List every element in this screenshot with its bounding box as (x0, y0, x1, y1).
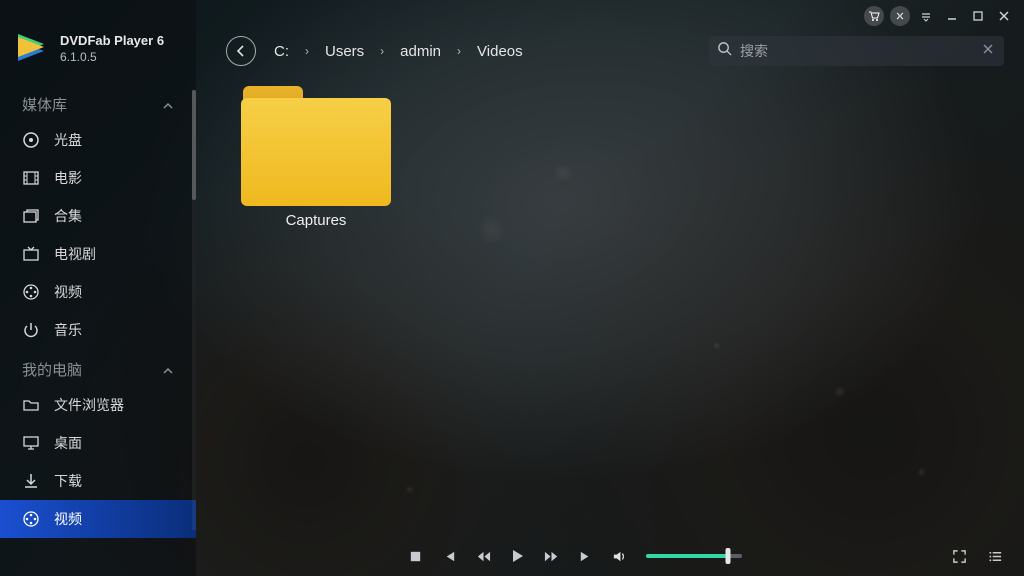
sidebar-item-file-browser[interactable]: 文件浏览器 (0, 386, 196, 424)
app-brand: DVDFab Player 6 6.1.0.5 (0, 0, 196, 84)
reel-icon (22, 283, 40, 301)
breadcrumb-seg[interactable]: Users (325, 43, 364, 60)
close-button[interactable] (994, 6, 1014, 26)
rewind-button[interactable] (466, 539, 500, 573)
menu-button[interactable] (916, 6, 936, 26)
fastforward-button[interactable] (534, 539, 568, 573)
fullscreen-button[interactable] (942, 539, 976, 573)
sidebar-item-label: 电视剧 (54, 244, 96, 264)
brand-button[interactable] (890, 6, 910, 26)
sidebar-item-label: 光盘 (54, 130, 82, 150)
sidebar-item-label: 合集 (54, 206, 82, 226)
sidebar-item-label: 电影 (54, 168, 82, 188)
sidebar-section-media[interactable]: 媒体库 (0, 84, 196, 121)
folder-icon (241, 86, 391, 206)
chevron-up-icon (162, 99, 174, 111)
clear-search-icon[interactable] (980, 42, 996, 60)
sidebar-item-label: 桌面 (54, 433, 82, 453)
folder-grid: Captures (196, 74, 1024, 576)
folder-icon (22, 396, 40, 414)
chevron-up-icon (162, 364, 174, 376)
player-bar (196, 536, 1024, 576)
folder-item[interactable]: Captures (226, 86, 406, 229)
sidebar-item-label: 视频 (54, 282, 82, 302)
maximize-button[interactable] (968, 6, 988, 26)
chevron-right-icon: › (380, 44, 384, 58)
disc-icon (22, 131, 40, 149)
search-icon (717, 41, 732, 61)
reel-icon (22, 510, 40, 528)
sidebar-section-mycomputer[interactable]: 我的电脑 (0, 349, 196, 386)
collection-icon (22, 207, 40, 225)
app-title: DVDFab Player 6 (60, 33, 164, 48)
sidebar-item-tv[interactable]: 电视剧 (0, 235, 196, 273)
film-icon (22, 169, 40, 187)
app-version: 6.1.0.5 (60, 50, 164, 64)
minimize-button[interactable] (942, 6, 962, 26)
tv-icon (22, 245, 40, 263)
sidebar-item-movies[interactable]: 电影 (0, 159, 196, 197)
sidebar-item-label: 下载 (54, 471, 82, 491)
search-box[interactable] (709, 36, 1004, 66)
desktop-icon (22, 434, 40, 452)
stop-button[interactable] (398, 539, 432, 573)
sidebar-item-disc[interactable]: 光盘 (0, 121, 196, 159)
sidebar: DVDFab Player 6 6.1.0.5 媒体库 光盘 电影 合集 电视剧 (0, 0, 196, 576)
breadcrumb-seg[interactable]: C: (274, 43, 289, 60)
breadcrumb-seg[interactable]: Videos (477, 43, 523, 60)
sidebar-item-downloads[interactable]: 下载 (0, 462, 196, 500)
play-button[interactable] (500, 539, 534, 573)
sidebar-item-collections[interactable]: 合集 (0, 197, 196, 235)
sidebar-item-label: 文件浏览器 (54, 395, 124, 415)
power-icon (22, 321, 40, 339)
playlist-button[interactable] (978, 539, 1012, 573)
sidebar-item-music[interactable]: 音乐 (0, 311, 196, 349)
prev-track-button[interactable] (432, 539, 466, 573)
folder-label: Captures (226, 212, 406, 229)
sidebar-item-videos-folder[interactable]: 视频 (0, 500, 196, 538)
sidebar-item-videos[interactable]: 视频 (0, 273, 196, 311)
download-icon (22, 472, 40, 490)
back-button[interactable] (226, 36, 256, 66)
sidebar-item-label: 视频 (54, 509, 82, 529)
cart-button[interactable] (864, 6, 884, 26)
section-title: 我的电脑 (22, 359, 82, 380)
volume-slider[interactable] (646, 554, 742, 558)
search-input[interactable] (732, 43, 980, 59)
app-logo-icon (14, 30, 50, 66)
main-area: C: › Users › admin › Videos (196, 0, 1024, 576)
chevron-right-icon: › (305, 44, 309, 58)
next-track-button[interactable] (568, 539, 602, 573)
breadcrumb-seg[interactable]: admin (400, 43, 441, 60)
breadcrumb: C: › Users › admin › Videos (274, 43, 523, 60)
window-controls (864, 6, 1014, 26)
chevron-right-icon: › (457, 44, 461, 58)
sidebar-item-label: 音乐 (54, 320, 82, 340)
sidebar-item-desktop[interactable]: 桌面 (0, 424, 196, 462)
volume-button[interactable] (602, 539, 636, 573)
section-title: 媒体库 (22, 94, 67, 115)
